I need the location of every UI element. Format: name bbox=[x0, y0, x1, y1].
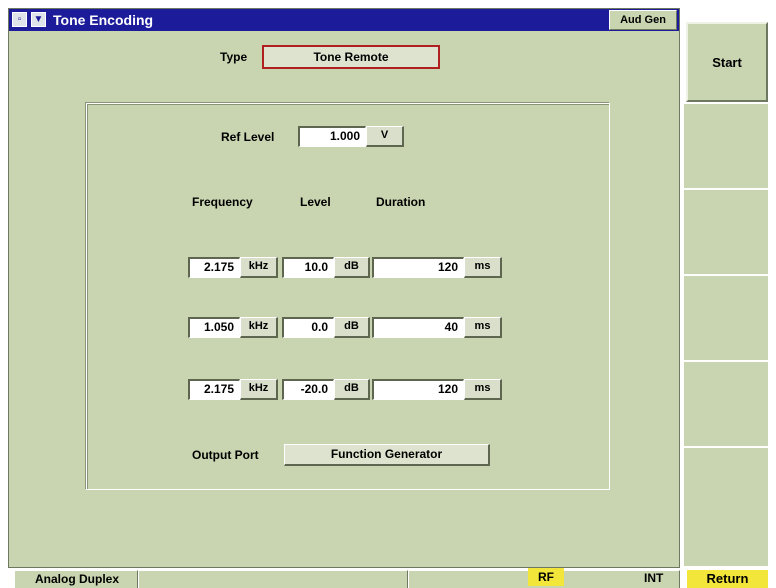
tone1-duration-input[interactable]: 120 bbox=[372, 257, 464, 278]
level-header: Level bbox=[300, 195, 331, 209]
tone2-frequency-input[interactable]: 1.050 bbox=[188, 317, 240, 338]
output-port-label: Output Port bbox=[192, 448, 259, 462]
return-button[interactable]: Return bbox=[687, 570, 768, 588]
ref-level-label: Ref Level bbox=[221, 130, 275, 144]
softkey-6[interactable] bbox=[684, 448, 768, 566]
menu-down-arrow-icon[interactable]: ▼ bbox=[31, 12, 46, 27]
window-title: Tone Encoding bbox=[53, 12, 154, 28]
frequency-header: Frequency bbox=[192, 195, 253, 209]
rf-indicator: RF bbox=[528, 568, 564, 586]
type-label: Type bbox=[220, 50, 248, 64]
tone3-duration-input[interactable]: 120 bbox=[372, 379, 464, 400]
tone1-level-unit[interactable]: dB bbox=[334, 257, 370, 278]
tone2-level-unit[interactable]: dB bbox=[334, 317, 370, 338]
restore-icon[interactable]: ▫ bbox=[12, 12, 27, 27]
softkey-5[interactable] bbox=[684, 362, 768, 446]
softkey-3[interactable] bbox=[684, 190, 768, 274]
tone2-level-input[interactable]: 0.0 bbox=[282, 317, 334, 338]
type-selector[interactable]: Tone Remote bbox=[262, 45, 440, 69]
tone3-frequency-unit[interactable]: kHz bbox=[240, 379, 278, 400]
tone3-level-unit[interactable]: dB bbox=[334, 379, 370, 400]
tone1-level-input[interactable]: 10.0 bbox=[282, 257, 334, 278]
softkey-4[interactable] bbox=[684, 276, 768, 360]
tone3-frequency-input[interactable]: 2.175 bbox=[188, 379, 240, 400]
tone3-level-input[interactable]: -20.0 bbox=[282, 379, 334, 400]
ref-level-unit[interactable]: V bbox=[366, 126, 404, 147]
tone2-duration-unit[interactable]: ms bbox=[464, 317, 502, 338]
duration-header: Duration bbox=[376, 195, 426, 209]
mode-status: Analog Duplex bbox=[14, 570, 138, 588]
aud-gen-tab[interactable]: Aud Gen bbox=[609, 10, 677, 30]
status-message bbox=[138, 570, 408, 588]
tone-settings-frame bbox=[86, 103, 610, 490]
softkey-2[interactable] bbox=[684, 104, 768, 188]
tone1-frequency-input[interactable]: 2.175 bbox=[188, 257, 240, 278]
ref-indicator: INT bbox=[644, 571, 664, 585]
output-port-selector[interactable]: Function Generator bbox=[284, 444, 490, 466]
tone2-duration-input[interactable]: 40 bbox=[372, 317, 464, 338]
tone2-frequency-unit[interactable]: kHz bbox=[240, 317, 278, 338]
start-button[interactable]: Start bbox=[686, 22, 768, 102]
tone1-duration-unit[interactable]: ms bbox=[464, 257, 502, 278]
ref-level-input[interactable]: 1.000 bbox=[298, 126, 366, 147]
tone3-duration-unit[interactable]: ms bbox=[464, 379, 502, 400]
tone1-frequency-unit[interactable]: kHz bbox=[240, 257, 278, 278]
title-bar: ▫ ▼ Tone Encoding bbox=[9, 9, 679, 31]
